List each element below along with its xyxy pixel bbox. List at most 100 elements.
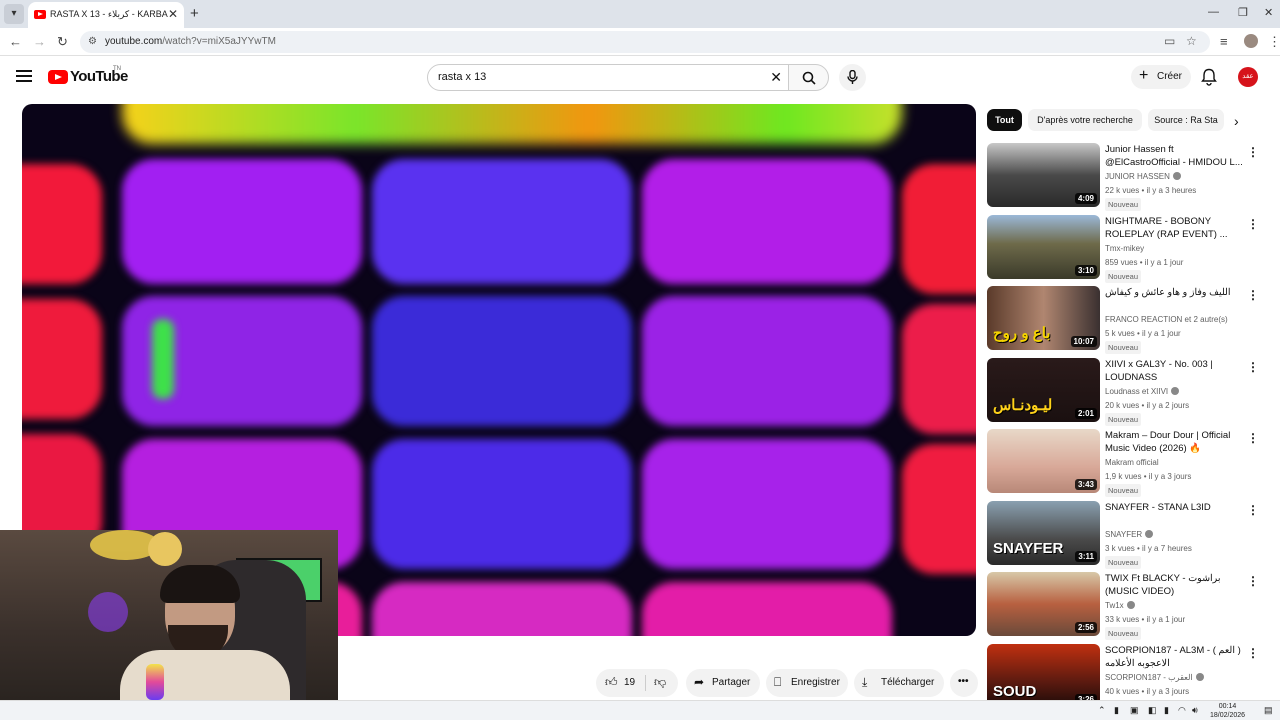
like-count[interactable]: 19 [624, 677, 635, 688]
search-input[interactable]: rasta x 13 ✕ [427, 64, 789, 91]
video-title[interactable]: TWIX Ft BLACKY - براشوت (MUSIC VIDEO) [1105, 572, 1243, 598]
more-options-icon[interactable]: ⋮ [1247, 431, 1259, 445]
video-thumbnail[interactable]: 3:10 [987, 214, 1100, 279]
chip-related[interactable]: D'après votre recherche [1028, 109, 1142, 131]
tray-app-icon[interactable]: ◧ [1148, 705, 1157, 716]
recommendation-item[interactable]: 3:10 NIGHTMARE - BOBONY ROLEPLAY (RAP EVE… [987, 214, 1277, 283]
voice-search-button[interactable] [839, 64, 866, 91]
tab-close-icon[interactable]: ✕ [168, 7, 178, 21]
hamburger-menu-icon[interactable] [16, 70, 32, 82]
chevron-right-icon[interactable]: › [1234, 113, 1239, 129]
url-text[interactable]: youtube.com/watch?v=miX5aJYYwTM [105, 36, 276, 47]
video-title[interactable]: Makram – Dour Dour | Official Music Vide… [1105, 429, 1243, 455]
youtube-logo-icon[interactable] [48, 70, 68, 84]
bookmark-star-icon[interactable]: ☆ [1186, 34, 1197, 48]
more-options-icon[interactable]: ⋮ [1247, 288, 1259, 302]
share-button[interactable]: ➦ Partager [686, 669, 760, 697]
video-thumbnail[interactable]: باع و روح 10:07 [987, 286, 1100, 350]
system-clock[interactable]: 00:14 18/02/2026 [1210, 702, 1245, 720]
more-actions-button[interactable]: ••• [950, 669, 978, 697]
reload-icon[interactable]: ↻ [57, 34, 68, 50]
chip-source[interactable]: Source : Ra Sta [1148, 109, 1224, 131]
video-title[interactable]: الليف وفاز و هاو عائش و كيفاش [1105, 286, 1243, 299]
omnibox[interactable]: ⚙ youtube.com/watch?v=miX5aJYYwTM ▭ ☆ [80, 31, 1210, 53]
browser-tab-bar: ▾ RASTA X 13 - كربلاء - KARBALA ✕ + — ❐ … [0, 0, 1280, 28]
clear-search-icon[interactable]: ✕ [770, 69, 782, 86]
channel-name[interactable]: SNAYFER [1105, 529, 1154, 539]
notifications-bell-icon[interactable] [1201, 68, 1217, 86]
video-title[interactable]: SNAYFER - STANA L3ID [1105, 501, 1243, 514]
clock-time: 00:14 [1218, 703, 1237, 710]
video-duration: 2:56 [1074, 622, 1097, 633]
verified-check-icon [1145, 529, 1154, 538]
channel-name[interactable]: Tw1x [1105, 601, 1135, 610]
cast-icon[interactable]: ▭ [1164, 34, 1175, 48]
search-button[interactable] [788, 64, 829, 91]
chip-all[interactable]: Tout [987, 109, 1022, 131]
more-options-icon[interactable]: ⋮ [1247, 217, 1259, 231]
video-title[interactable]: XIIVI x GAL3Y - No. 003 | LOUDNASS [1105, 358, 1243, 384]
video-thumbnail[interactable]: SNAYFER 3:11 [987, 500, 1100, 565]
tray-app-icon[interactable]: ▮ [1164, 705, 1169, 716]
video-title[interactable]: NIGHTMARE - BOBONY ROLEPLAY (RAP EVENT) … [1105, 215, 1243, 241]
site-info-icon[interactable]: ⚙ [88, 36, 97, 47]
wifi-icon[interactable]: ◠ [1178, 705, 1186, 716]
restore-window-icon[interactable]: ❐ [1238, 6, 1248, 19]
webcam-neon-sign [148, 532, 182, 566]
tray-chevron-up-icon[interactable]: ⌃ [1098, 705, 1106, 716]
video-thumbnail[interactable]: ليـودنـاس 2:01 [987, 357, 1100, 422]
more-options-icon[interactable]: ⋮ [1247, 360, 1259, 374]
channel-name[interactable]: Makram official [1105, 458, 1159, 467]
video-title[interactable]: SCORPION187 - AL3M - ( العم ) الاعجوبه ا… [1105, 644, 1243, 670]
video-thumbnail[interactable]: 4:09 [987, 143, 1100, 207]
browser-tab-active[interactable]: RASTA X 13 - كربلاء - KARBALA ✕ [28, 2, 184, 28]
create-button[interactable]: + Créer [1131, 65, 1191, 89]
account-avatar[interactable]: عقد [1238, 67, 1258, 87]
thumbnail-text: SOUD [993, 682, 1037, 700]
more-options-icon[interactable]: ⋮ [1247, 503, 1259, 517]
channel-name[interactable]: Loudnass et XIIVI [1105, 386, 1180, 396]
download-button[interactable]: ⤓ Télécharger [854, 669, 944, 697]
video-meta: 1,9 k vues • il y a 3 jours [1105, 472, 1192, 481]
video-thumbnail[interactable]: 3:43 [987, 429, 1100, 493]
search-query[interactable]: rasta x 13 [438, 71, 486, 83]
recommendation-item[interactable]: 4:09 Junior Hassen ft @ElCastroOfficial -… [987, 143, 1277, 211]
video-thumbnail[interactable]: SOUD 3:26 [987, 643, 1100, 708]
video-frame-cell [372, 582, 632, 636]
recommendation-item[interactable]: 3:43 Makram – Dour Dour | Official Music … [987, 429, 1277, 497]
share-label: Partager [712, 677, 751, 688]
thumbs-up-icon[interactable]: 👍︎ [605, 675, 618, 690]
forward-arrow-icon[interactable]: → [33, 34, 46, 49]
tray-app-icon[interactable]: ▮ [1114, 705, 1119, 716]
new-tab-plus-icon[interactable]: + [190, 5, 199, 22]
tray-app-icon[interactable]: ▣ [1130, 705, 1139, 716]
channel-name[interactable]: JUNIOR HASSEN [1105, 172, 1181, 181]
recommendation-item[interactable]: SNAYFER 3:11 SNAYFER - STANA L3ID SNAYFER 3 … [987, 500, 1277, 569]
recommendation-item[interactable]: ليـودنـاس 2:01 XIIVI x GAL3Y - No. 003 | L… [987, 357, 1277, 426]
tab-search-button[interactable]: ▾ [4, 4, 24, 24]
video-duration: 3:11 [1075, 550, 1097, 562]
close-window-icon[interactable]: ✕ [1264, 6, 1273, 19]
video-thumbnail[interactable]: 2:56 [987, 572, 1100, 636]
save-button[interactable]: ⎕ Enregistrer [766, 669, 848, 697]
reading-list-icon[interactable]: ≡ [1220, 34, 1228, 49]
minimize-window-icon[interactable]: — [1208, 6, 1219, 18]
video-frame-cell [642, 439, 892, 569]
back-arrow-icon[interactable]: ← [9, 34, 22, 49]
video-meta: 33 k vues • il y a 1 jour [1105, 615, 1186, 624]
channel-name[interactable]: SCORPION187 - العقرب [1105, 672, 1204, 682]
notification-center-icon[interactable]: ▤ [1264, 705, 1273, 716]
channel-name[interactable]: Tmx-mikey [1105, 244, 1144, 253]
volume-icon[interactable]: 🔊︎ [1192, 705, 1198, 716]
channel-name[interactable]: FRANCO REACTION et 2 autre(s) [1105, 315, 1228, 324]
more-options-icon[interactable]: ⋮ [1247, 574, 1259, 588]
new-badge: Nouveau [1105, 269, 1142, 283]
browser-menu-icon[interactable]: ⋮ [1268, 34, 1280, 50]
more-options-icon[interactable]: ⋮ [1247, 646, 1259, 660]
profile-avatar[interactable] [1244, 34, 1258, 48]
more-options-icon[interactable]: ⋮ [1247, 145, 1259, 159]
thumbs-down-icon[interactable]: 👎︎ [654, 675, 666, 690]
recommendation-item[interactable]: باع و روح 10:07 الليف وفاز و هاو عائش و كي… [987, 286, 1277, 354]
video-title[interactable]: Junior Hassen ft @ElCastroOfficial - HMI… [1105, 143, 1243, 169]
recommendation-item[interactable]: 2:56 TWIX Ft BLACKY - براشوت (MUSIC VIDEO… [987, 572, 1277, 640]
